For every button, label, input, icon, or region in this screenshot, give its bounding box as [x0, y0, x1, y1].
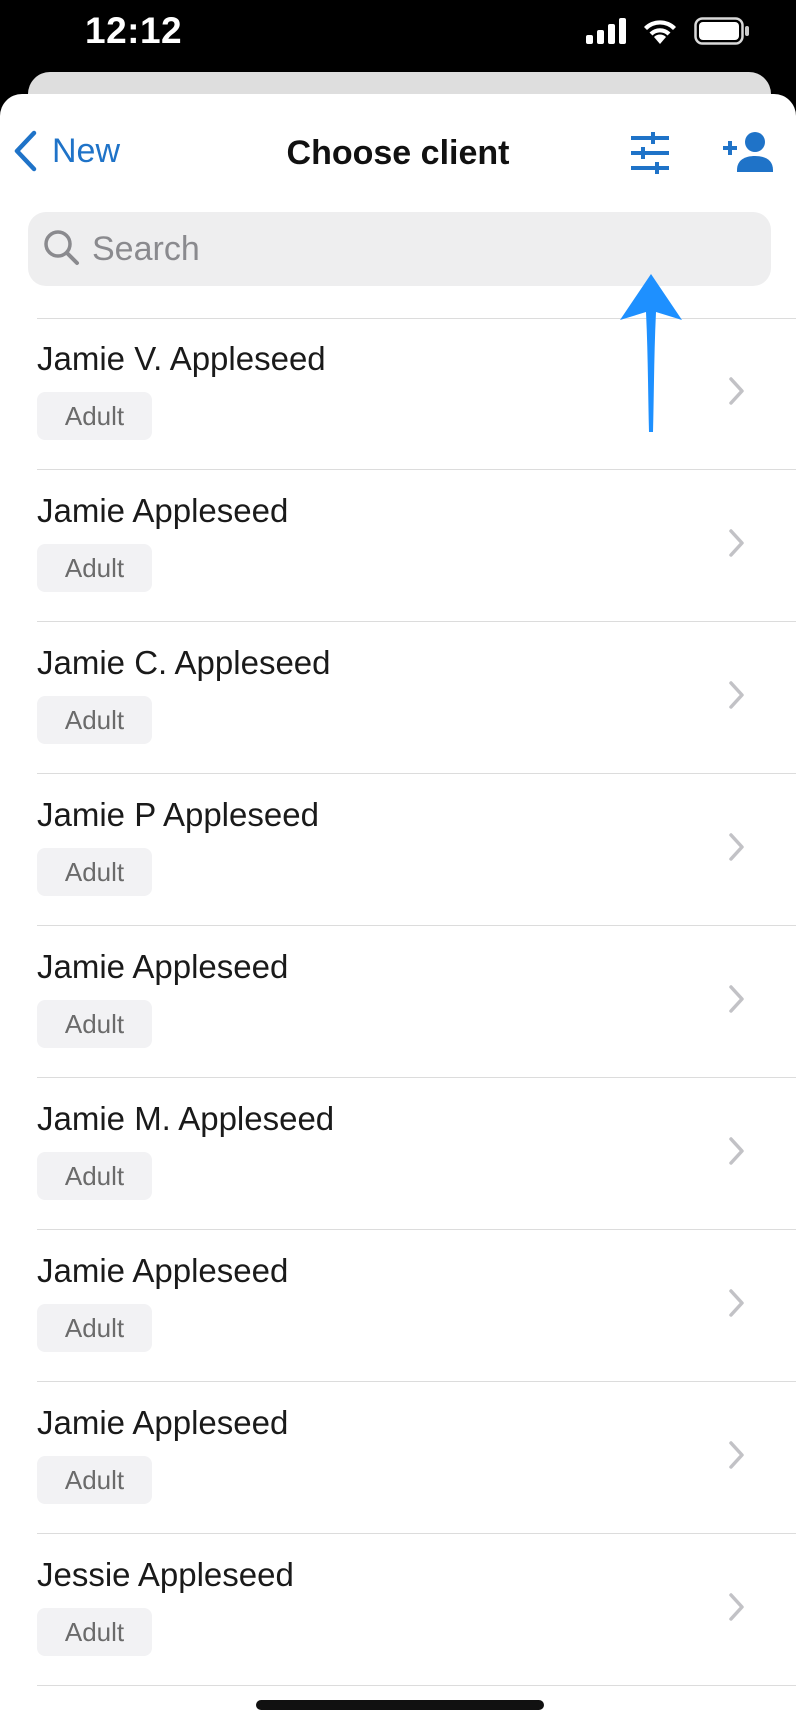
client-row[interactable]: Jamie Appleseed Adult: [0, 470, 796, 622]
back-label: New: [52, 131, 121, 170]
choose-client-sheet: New Choose client Search Jamie V. Apples…: [0, 94, 796, 1714]
client-row[interactable]: Jamie Appleseed Adult: [0, 1230, 796, 1382]
chevron-right-icon: [729, 1593, 744, 1621]
status-icons: [586, 16, 750, 46]
chevron-left-icon: [14, 130, 37, 172]
wifi-icon: [644, 20, 676, 44]
client-tag: Adult: [37, 544, 152, 592]
filter-button[interactable]: [627, 130, 673, 176]
search-icon: [44, 230, 79, 265]
home-indicator: [256, 1700, 544, 1710]
client-row[interactable]: Jamie Appleseed Adult: [0, 1382, 796, 1534]
client-name: Jamie C. Appleseed: [37, 644, 331, 681]
client-name: Jessie Appleseed: [37, 1556, 294, 1593]
client-name: Jamie M. Appleseed: [37, 1100, 335, 1137]
client-name: Jamie Appleseed: [37, 492, 289, 529]
chevron-right-icon: [729, 681, 744, 709]
client-name: Jamie V. Appleseed: [37, 340, 326, 377]
chevron-right-icon: [729, 1441, 744, 1469]
navigation-bar: New Choose client: [0, 94, 796, 206]
chevron-right-icon: [729, 377, 744, 405]
chevron-right-icon: [729, 833, 744, 861]
annotation-arrow-icon: [620, 274, 682, 432]
status-time: 12:12: [85, 10, 183, 51]
client-tag: Adult: [37, 1608, 152, 1656]
client-row[interactable]: Jamie P Appleseed Adult: [0, 774, 796, 926]
client-name: Jamie Appleseed: [37, 1404, 289, 1441]
client-row[interactable]: Jamie C. Appleseed Adult: [0, 622, 796, 774]
client-name: Jamie Appleseed: [37, 1252, 289, 1289]
client-name: Jamie Appleseed: [37, 948, 289, 985]
battery-icon: [694, 17, 749, 45]
client-tag: Adult: [37, 696, 152, 744]
chevron-right-icon: [729, 1289, 744, 1317]
add-client-button[interactable]: [723, 130, 775, 176]
chevron-right-icon: [729, 985, 744, 1013]
client-row[interactable]: Jamie M. Appleseed Adult: [0, 1078, 796, 1230]
cellular-signal-icon: [586, 18, 626, 44]
client-tag: Adult: [37, 848, 152, 896]
chevron-right-icon: [729, 529, 744, 557]
client-tag: Adult: [37, 1304, 152, 1352]
add-person-icon: [723, 132, 773, 172]
client-tag: Adult: [37, 392, 152, 440]
client-tag: Adult: [37, 1000, 152, 1048]
client-tag: Adult: [37, 1456, 152, 1504]
sliders-filter-icon: [631, 132, 669, 174]
client-list: Jamie V. Appleseed Adult Jamie Appleseed…: [0, 318, 796, 1686]
client-name: Jamie P Appleseed: [37, 796, 319, 833]
status-bar: 12:12: [0, 0, 796, 70]
client-tag: Adult: [37, 1152, 152, 1200]
client-row[interactable]: Jessie Appleseed Adult: [0, 1534, 796, 1686]
back-button[interactable]: New: [12, 130, 120, 172]
client-row[interactable]: Jamie Appleseed Adult: [0, 926, 796, 1078]
chevron-right-icon: [729, 1137, 744, 1165]
